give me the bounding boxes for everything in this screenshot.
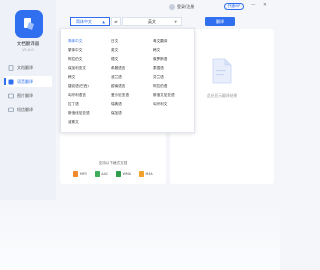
language-option[interactable]: 捷克语(巴西) bbox=[68, 84, 89, 89]
language-option[interactable]: 简体中文 bbox=[68, 39, 82, 44]
vip-button[interactable]: 开通VIP bbox=[224, 3, 244, 10]
format-aac: AAC bbox=[94, 171, 109, 177]
format-mp3: MP3 bbox=[73, 171, 87, 177]
sidebar-item-document-translate[interactable]: 文档翻译 bbox=[4, 62, 52, 73]
file-icon bbox=[94, 171, 100, 177]
avatar bbox=[169, 4, 175, 10]
empty-document-icon bbox=[212, 58, 232, 84]
chevron-down-icon: ▼ bbox=[174, 20, 177, 24]
language-option[interactable]: 斯洛伐尼亚语 bbox=[68, 111, 90, 116]
language-option[interactable]: 韩文 bbox=[68, 75, 75, 80]
language-dropdown: 简体中文 繁体中文 阿拉伯文 保加利亚文 韩文 捷克语(巴西) 匈牙利语言 拉丁… bbox=[60, 28, 195, 133]
app-logo bbox=[15, 10, 43, 38]
language-option[interactable]: 拉丁语 bbox=[68, 102, 79, 107]
window-bottom-area bbox=[0, 200, 280, 270]
translate-logo-icon bbox=[24, 18, 34, 30]
sidebar-item-image-translate[interactable]: 图片翻译 bbox=[4, 90, 52, 101]
language-option[interactable]: 韩文 bbox=[153, 48, 160, 53]
target-language-value: 英文 bbox=[148, 18, 156, 24]
formats-title: 支持以下格式文档 bbox=[98, 161, 128, 165]
swap-icon: ⇄ bbox=[114, 19, 118, 24]
language-option[interactable]: 阿拉伯语 bbox=[153, 84, 167, 89]
sidebar-item-label: 语音翻译 bbox=[17, 78, 33, 84]
language-option[interactable]: 斯洛文尼亚语 bbox=[153, 93, 175, 98]
target-language-select[interactable]: 英文 ▼ bbox=[122, 17, 182, 26]
file-icon bbox=[138, 171, 144, 177]
swap-languages-button[interactable]: ⇄ bbox=[111, 17, 121, 26]
language-option[interactable]: 波兰语 bbox=[111, 75, 122, 80]
app-version: V1.0.0 bbox=[22, 48, 34, 52]
message-icon bbox=[8, 107, 14, 113]
source-language-select[interactable]: 简体中文 ▲ bbox=[70, 17, 110, 26]
user-login[interactable]: 登录/注册 bbox=[169, 4, 194, 10]
language-option[interactable]: 粤文翻译 bbox=[153, 39, 167, 44]
close-button[interactable]: ✕ bbox=[263, 3, 267, 8]
language-option[interactable]: 俄罗斯语 bbox=[153, 57, 167, 62]
sidebar-item-label: 文档翻译 bbox=[17, 64, 33, 70]
format-label: AAC bbox=[101, 172, 109, 176]
sidebar-item-message-translate[interactable]: 短信翻译 bbox=[4, 104, 52, 115]
language-option[interactable]: 泰国语 bbox=[153, 66, 164, 71]
translate-button[interactable]: 翻译 bbox=[205, 17, 235, 26]
image-icon bbox=[8, 93, 14, 99]
audio-icon bbox=[8, 79, 14, 85]
language-option[interactable]: 瑞典语 bbox=[111, 102, 122, 107]
format-label: M4A bbox=[145, 172, 153, 176]
file-icon bbox=[116, 171, 122, 177]
minimize-button[interactable]: — bbox=[251, 3, 256, 8]
language-option[interactable]: 保加利亚文 bbox=[68, 66, 86, 71]
format-m4a: M4A bbox=[138, 171, 153, 177]
language-option[interactable]: 阿拉伯文 bbox=[68, 57, 82, 62]
language-option[interactable]: 德文 bbox=[111, 57, 118, 62]
file-icon bbox=[73, 171, 79, 177]
language-option[interactable]: 保加语 bbox=[111, 111, 122, 116]
sidebar: 文档翻译器 V1.0.0 文档翻译 语音翻译 图片翻译 短信翻译 bbox=[0, 0, 56, 200]
language-option[interactable]: 日文 bbox=[111, 39, 118, 44]
sidebar-item-label: 短信翻译 bbox=[17, 106, 33, 112]
document-icon bbox=[8, 64, 14, 71]
language-option[interactable]: 英文 bbox=[111, 48, 118, 53]
supported-formats: MP3 AAC WMA M4A bbox=[60, 171, 166, 177]
language-option[interactable]: 越南语言 bbox=[111, 84, 125, 89]
sidebar-item-audio-translate[interactable]: 语音翻译 bbox=[4, 76, 52, 87]
language-option[interactable]: 芬兰语 bbox=[153, 75, 164, 80]
language-option[interactable]: 爱沙尼亚语 bbox=[111, 93, 129, 98]
language-option[interactable]: 匈牙利文 bbox=[153, 102, 167, 107]
language-option[interactable]: 波斯文 bbox=[68, 120, 79, 125]
chevron-up-icon: ▲ bbox=[102, 20, 105, 24]
format-label: WMA bbox=[122, 172, 131, 176]
format-label: MP3 bbox=[79, 172, 87, 176]
language-option[interactable]: 匈牙利语言 bbox=[68, 93, 86, 98]
format-wma: WMA bbox=[116, 171, 131, 177]
top-bar bbox=[56, 0, 280, 14]
app-name: 文档翻译器 bbox=[16, 42, 40, 47]
language-option[interactable]: 希腊语言 bbox=[111, 66, 125, 71]
login-label: 登录/注册 bbox=[177, 4, 195, 9]
sidebar-item-label: 图片翻译 bbox=[17, 92, 33, 98]
language-option[interactable]: 繁体中文 bbox=[68, 48, 82, 53]
source-language-value: 简体中文 bbox=[76, 18, 92, 24]
